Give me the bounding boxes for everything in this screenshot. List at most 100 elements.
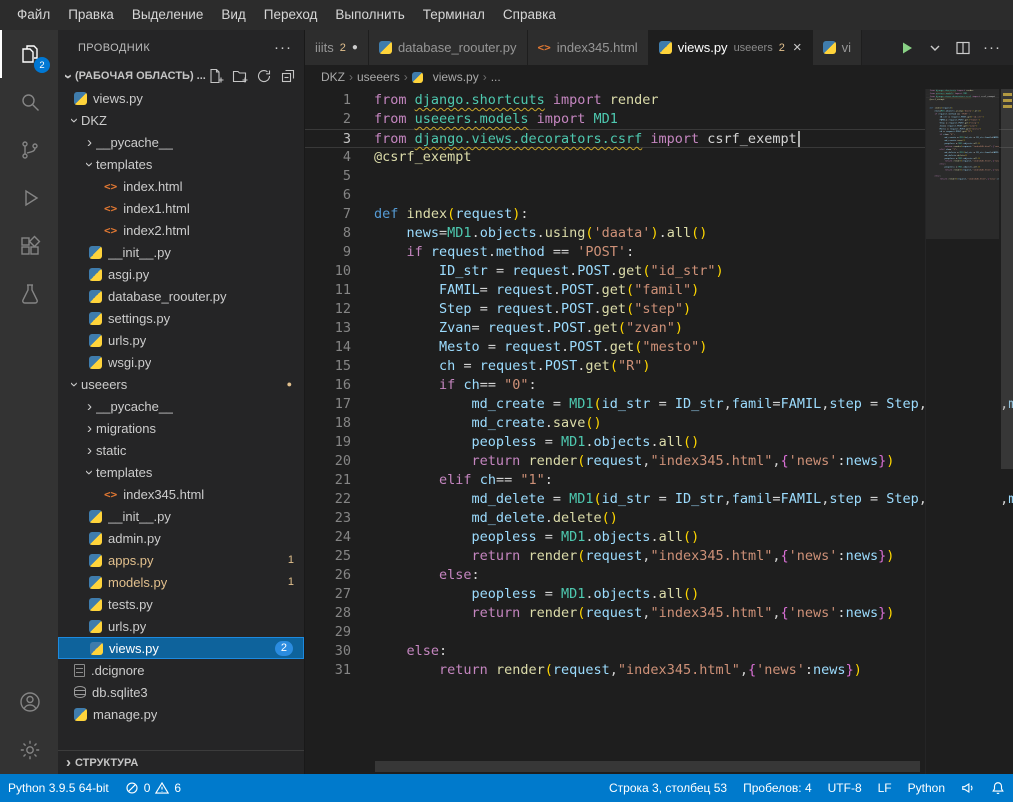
tree-item[interactable]: ›DKZ [58,109,304,131]
horizontal-scrollbar[interactable] [375,761,920,772]
tree-item[interactable]: admin.py [58,527,304,549]
code-line[interactable]: 12 Step = request.POST.get("step") [305,300,1013,319]
tree-item[interactable]: __init__.py [58,241,304,263]
code-line[interactable]: 11 FAMIL= request.POST.get("famil") [305,281,1013,300]
code-line[interactable]: 25 return render(request,"index345.html"… [305,547,1013,566]
tree-item[interactable]: db.sqlite3 [58,681,304,703]
run-python-file-icon[interactable] [899,40,915,56]
code-line[interactable]: 8 news=MD1.objects.using('daata').all() [305,224,1013,243]
code-line[interactable]: 18 md_create.save() [305,414,1013,433]
tab-close-icon[interactable]: × [793,39,802,56]
activitybar-source-control[interactable] [0,126,58,174]
tree-item[interactable]: urls.py [58,329,304,351]
code-line[interactable]: 26 else: [305,566,1013,585]
code-line[interactable]: 10 ID_str = request.POST.get("id_str") [305,262,1013,281]
code-line[interactable]: 29 [305,623,1013,642]
breadcrumb-item[interactable]: useeers [357,70,400,84]
tree-item[interactable]: urls.py [58,615,304,637]
tab-views.py[interactable]: views.pyuseeers2× [649,30,813,65]
python-interpreter-status[interactable]: Python 3.9.5 64-bit [0,774,117,802]
code-line[interactable]: 14 Mesto = request.POST.get("mesto") [305,338,1013,357]
tree-item[interactable]: apps.py1 [58,549,304,571]
code-line[interactable]: 15 ch = request.POST.get("R") [305,357,1013,376]
code-line[interactable]: 22 md_delete = MD1(id_str = ID_str,famil… [305,490,1013,509]
code-line[interactable]: 20 return render(request,"index345.html"… [305,452,1013,471]
breadcrumb-item[interactable]: DKZ [321,70,345,84]
code-line[interactable]: 7def index(request): [305,205,1013,224]
tree-item[interactable]: ›static [58,439,304,461]
problems-status[interactable]: 0 6 [117,774,189,802]
tree-item[interactable]: ›__pycache__ [58,395,304,417]
code-line[interactable]: 13 Zvan= request.POST.get("zvan") [305,319,1013,338]
language-mode-status[interactable]: Python [900,774,953,802]
tree-item[interactable]: manage.py [58,703,304,725]
tree-item[interactable]: __init__.py [58,505,304,527]
menu-item-Выделение[interactable]: Выделение [123,0,213,30]
activitybar-extensions[interactable] [0,222,58,270]
menu-item-Вид[interactable]: Вид [212,0,254,30]
tree-item[interactable]: <>index345.html [58,483,304,505]
code-line[interactable]: 23 md_delete.delete() [305,509,1013,528]
activitybar-search[interactable] [0,78,58,126]
sidebar-more-actions-button[interactable]: ··· [274,39,292,56]
code-line[interactable]: 21 elif ch== "1": [305,471,1013,490]
tree-item[interactable]: ›templates [58,153,304,175]
tree-item[interactable]: <>index.html [58,175,304,197]
menu-item-Файл[interactable]: Файл [8,0,59,30]
code-line[interactable]: return render(request,"index345.html",{'… [926,169,999,172]
tree-item[interactable]: ›__pycache__ [58,131,304,153]
breadcrumb-item[interactable]: views.py [412,70,479,84]
code-line[interactable]: return render(request,"index345.html",{'… [926,177,999,180]
encoding-status[interactable]: UTF-8 [820,774,870,802]
code-editor[interactable]: 1from django.shortcuts import render2fro… [305,89,1013,774]
horizontal-scrollbar-thumb[interactable] [375,761,920,772]
tree-item[interactable]: asgi.py [58,263,304,285]
breadcrumb-item[interactable]: ... [491,70,501,84]
code-line[interactable]: 4@csrf_exempt [305,148,1013,167]
tree-item[interactable]: database_roouter.py [58,285,304,307]
code-line[interactable]: 17 md_create = MD1(id_str = ID_str,famil… [305,395,1013,414]
vertical-scrollbar[interactable] [1001,89,1013,774]
activitybar-run-debug[interactable] [0,174,58,222]
tree-item[interactable]: <>index1.html [58,197,304,219]
tab-database_roouter.py[interactable]: database_roouter.py [369,30,528,65]
tree-item[interactable]: views.py2 [58,637,304,659]
tab-iiits[interactable]: iiits2● [305,30,369,65]
code-line[interactable]: 27 peopless = MD1.objects.all() [305,585,1013,604]
eol-status[interactable]: LF [870,774,900,802]
indentation-status[interactable]: Пробелов: 4 [735,774,820,802]
refresh-icon[interactable] [256,68,272,84]
new-file-icon[interactable] [208,68,224,84]
activitybar-testing[interactable] [0,270,58,318]
activitybar-explorer[interactable]: 2 [0,30,58,78]
new-folder-icon[interactable] [232,68,248,84]
activitybar-settings[interactable] [0,726,58,774]
tree-item[interactable]: models.py1 [58,571,304,593]
tree-item[interactable]: wsgi.py [58,351,304,373]
code-line[interactable]: 31 return render(request,"index345.html"… [305,661,1013,680]
outline-section-header[interactable]: › СТРУКТУРА [58,750,304,774]
code-line[interactable]: 30 else: [305,642,1013,661]
collapse-all-icon[interactable] [280,68,296,84]
activitybar-account[interactable] [0,678,58,726]
code-line[interactable]: 5 [305,167,1013,186]
tab-index345.html[interactable]: <>index345.html [528,30,649,65]
split-editor-icon[interactable] [955,40,971,56]
cursor-position-status[interactable]: Строка 3, столбец 53 [601,774,735,802]
menu-item-Переход[interactable]: Переход [255,0,327,30]
code-line[interactable]: 9 if request.method == 'POST': [305,243,1013,262]
code-line[interactable]: 3from django.views.decorators.csrf impor… [305,129,1013,148]
tab-vi[interactable]: vi [813,30,862,65]
code-line[interactable]: 28 return render(request,"index345.html"… [305,604,1013,623]
menu-item-Справка[interactable]: Справка [494,0,565,30]
menu-item-Терминал[interactable]: Терминал [414,0,494,30]
code-line[interactable]: 6 [305,186,1013,205]
code-line[interactable]: 2from useeers.models import MD1 [305,110,1013,129]
tree-item[interactable]: views.py [58,87,304,109]
tree-item[interactable]: ›templates [58,461,304,483]
minimap[interactable]: from django.shortcuts import renderfrom … [925,89,999,774]
editor-more-actions-icon[interactable]: ··· [983,39,1001,56]
feedback-status[interactable] [953,774,983,802]
code-line[interactable]: 19 peopless = MD1.objects.all() [305,433,1013,452]
tree-item[interactable]: ›migrations [58,417,304,439]
